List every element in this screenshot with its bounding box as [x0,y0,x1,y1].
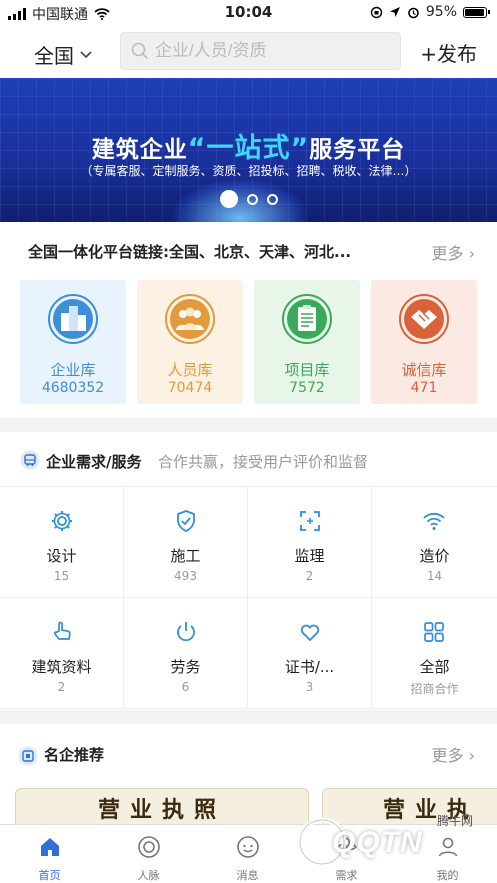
message-icon [237,836,259,858]
contacts-icon [138,836,160,858]
library-count: 70474 [167,380,213,396]
library-name: 诚信库 [401,361,447,379]
services-title: 企业需求/服务 [46,453,142,471]
platform-links-row[interactable]: 全国一体化平台链接:全国、北京、天津、河北... 更多 › [0,222,497,278]
service-name: 建筑资料 [31,658,92,676]
library-card-enterprise[interactable]: 企业库 4680352 [20,280,126,404]
service-construction[interactable]: 施工 493 [124,487,248,598]
library-count: 4680352 [41,380,105,396]
service-name: 监理 [294,547,325,565]
city-selector[interactable]: 全国 [34,40,92,69]
rotation-lock-icon [370,6,383,18]
watermark-text: QQTN [332,826,423,859]
carousel-dot[interactable] [246,194,258,205]
battery-icon [463,6,490,18]
buildings-icon [47,293,99,345]
watermark: QQTN 腾牛网 [292,800,497,883]
famous-title: 名企推荐 [44,746,105,764]
header: 全国 +发布 [0,26,497,78]
service-all[interactable]: 全部 招商合作 [372,598,497,709]
city-label: 全国 [34,44,74,68]
service-certificate[interactable]: 证书/... 3 [248,598,372,709]
search-icon [131,42,149,60]
chevron-down-icon [80,50,92,58]
service-count: 14 [426,569,443,583]
bus-icon [20,450,40,470]
watermark-site: 腾牛网 [437,814,474,828]
library-name: 人员库 [167,361,213,379]
tab-label: 人脉 [137,869,160,882]
famous-more[interactable]: 更多 › [432,742,476,766]
platform-links-more[interactable]: 更多 › [432,240,476,264]
tab-messages[interactable]: 消息 [198,825,297,883]
library-count: 7572 [289,380,325,396]
badge-icon [18,746,38,766]
hand-pointer-icon [53,621,71,640]
service-count: 3 [305,680,314,694]
people-icon [164,293,216,345]
platform-links-text: 全国一体化平台链接:全国、北京、天津、河北... [28,243,352,261]
license-title: 营业执照 [97,797,226,823]
gear-icon [52,511,72,531]
battery-percent: 95% [425,4,457,20]
service-labor[interactable]: 劳务 6 [124,598,248,709]
shield-check-icon [177,510,195,532]
service-name: 全部 [419,658,450,676]
service-count: 2 [305,569,314,583]
scan-frame-icon [300,511,320,531]
grid-icon [424,622,444,642]
service-cost[interactable]: 造价 14 [372,487,497,598]
home-icon [41,838,59,856]
library-card-project[interactable]: 项目库 7572 [254,280,360,404]
library-name: 企业库 [50,361,96,379]
service-count: 2 [57,680,66,694]
carousel-indicator [0,190,497,208]
library-cards: 企业库 4680352 人员库 70474 项目库 7572 诚信库 471 [0,278,497,418]
tab-contacts[interactable]: 人脉 [99,825,198,883]
handshake-icon [398,293,450,345]
publish-button[interactable]: +发布 [420,38,477,67]
library-card-credit[interactable]: 诚信库 471 [371,280,477,404]
tab-label: 首页 [38,869,61,882]
alarm-icon [408,7,419,18]
library-card-personnel[interactable]: 人员库 70474 [137,280,243,404]
tab-label: 消息 [236,869,259,882]
banner-subtitle: （专属客服、定制服务、资质、招投标、招聘、税收、法律…） [80,164,417,178]
service-count: 招商合作 [410,682,459,696]
wifi-icon [423,512,445,530]
service-name: 设计 [46,547,77,565]
service-name: 施工 [170,547,201,565]
service-count: 15 [53,569,70,583]
tab-home[interactable]: 首页 [0,825,99,883]
service-name: 造价 [419,547,450,565]
banner-title: 建筑企业“一站式”服务平台 [91,133,406,164]
service-name: 劳务 [170,658,201,676]
service-building-docs[interactable]: 建筑资料 2 [0,598,124,709]
services-subtitle: 合作共赢，接受用户评价和监督 [158,453,369,471]
location-icon [389,7,400,17]
service-design[interactable]: 设计 15 [0,487,124,598]
heart-icon [300,624,320,642]
business-license-card[interactable]: 营业执照 [15,788,309,824]
clipboard-icon [281,293,333,345]
status-bar: 中国联通 10:04 95% [0,0,497,26]
service-count: 493 [174,569,197,583]
service-supervision[interactable]: 监理 2 [248,487,372,598]
service-name: 证书/... [284,658,335,676]
search-box[interactable] [120,32,401,70]
services-section: 企业需求/服务 合作共赢，接受用户评价和监督 设计 15 施工 493 监理 2… [0,432,497,710]
library-name: 项目库 [284,361,330,379]
search-input[interactable] [155,41,385,61]
service-count: 6 [181,680,190,694]
power-icon [177,622,195,642]
library-count: 471 [410,380,438,396]
carousel-dot[interactable] [219,190,238,208]
carousel-dot[interactable] [266,194,278,205]
services-header: 企业需求/服务 合作共赢，接受用户评价和监督 [0,432,497,487]
